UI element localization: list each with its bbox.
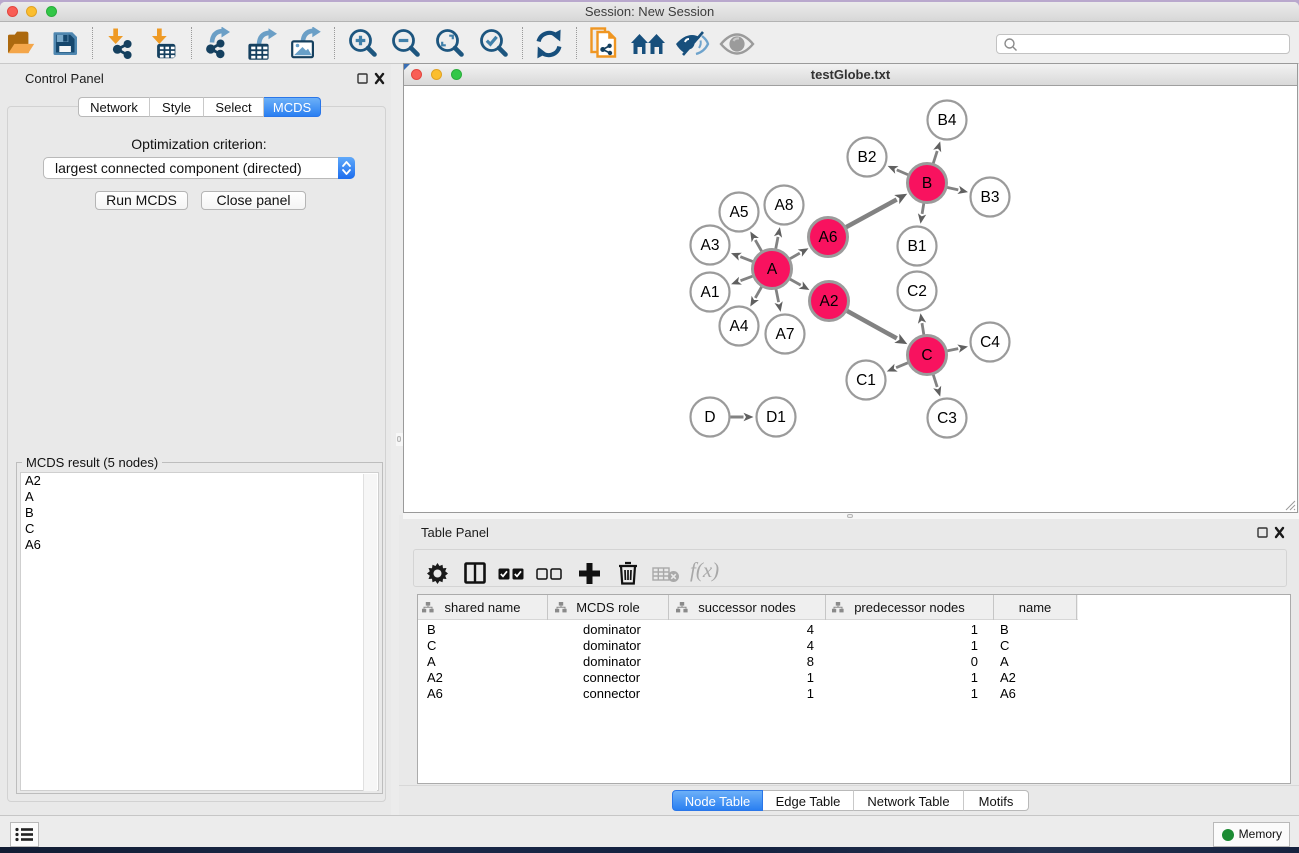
svg-text:C: C [921,347,932,364]
svg-text:A: A [767,261,778,278]
svg-text:A8: A8 [775,197,794,214]
svg-text:A5: A5 [730,204,749,221]
svg-text:B2: B2 [858,149,877,166]
svg-text:D: D [704,409,715,426]
svg-text:B4: B4 [938,112,957,129]
svg-text:A7: A7 [776,326,795,343]
svg-text:A6: A6 [819,229,838,246]
svg-text:C2: C2 [907,283,927,300]
svg-text:B: B [922,175,932,192]
svg-text:B3: B3 [981,189,1000,206]
svg-text:D1: D1 [766,409,786,426]
svg-text:C1: C1 [856,372,876,389]
svg-text:A2: A2 [820,293,839,310]
svg-text:B1: B1 [908,238,927,255]
svg-text:A3: A3 [701,237,720,254]
svg-text:C3: C3 [937,410,957,427]
svg-text:A4: A4 [730,318,749,335]
svg-text:A1: A1 [701,284,720,301]
svg-text:C4: C4 [980,334,1000,351]
